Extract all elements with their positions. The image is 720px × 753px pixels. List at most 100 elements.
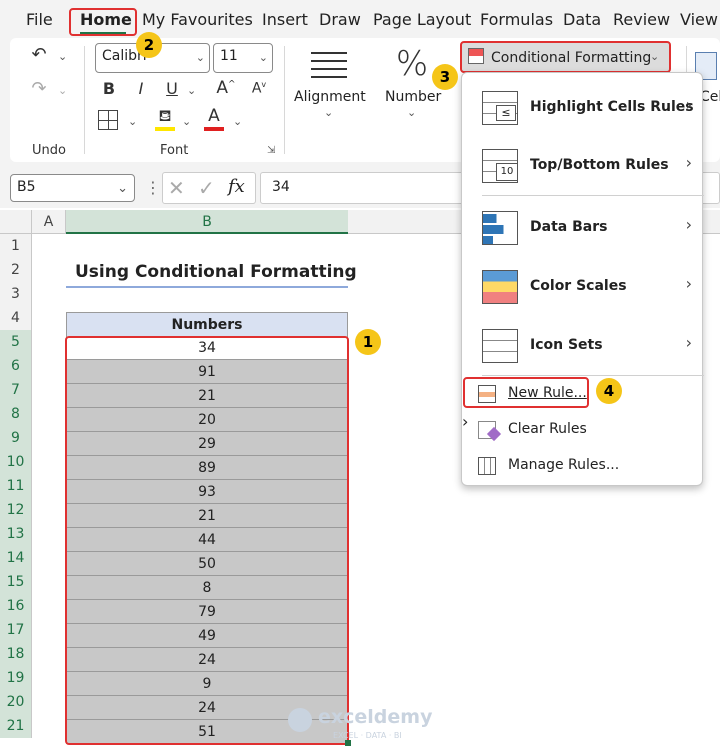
row-header-14[interactable]: 14 [0,546,32,570]
menu-item-label: Highlight Cells Rules [530,99,694,115]
borders-icon[interactable] [98,110,118,130]
numbers-header-cell[interactable]: Numbers [66,312,348,337]
menu-item-label: Manage Rules... [508,457,620,473]
cancel-icon[interactable]: ✕ [168,176,185,200]
step-badge-3: 3 [432,64,458,90]
font-color-icon[interactable]: A [203,106,225,126]
row-header-2[interactable]: 2 [0,258,32,282]
borders-dropdown-chevron[interactable]: ⌄ [128,115,137,128]
ribbon-divider [84,46,85,154]
underline-dropdown-chevron[interactable]: ⌄ [187,84,196,97]
sheet-title[interactable]: Using Conditional Formatting [75,262,357,282]
insert-function-icon[interactable]: fx [228,176,245,197]
menu-item-data-bars[interactable]: Data Bars › [462,199,704,255]
row-header-15[interactable]: 15 [0,570,32,594]
menu-item-label: Icon Sets [530,337,603,353]
menu-item-label: Top/Bottom Rules [530,157,669,173]
alignment-label[interactable]: Alignment [294,89,366,105]
row-header-1[interactable]: 1 [0,234,32,258]
font-color-dropdown-chevron[interactable]: ⌄ [233,115,242,128]
fill-color-icon[interactable]: ⛾ [154,106,176,127]
row-header-8[interactable]: 8 [0,402,32,426]
row-header-13[interactable]: 13 [0,522,32,546]
top-ten-icon: 10 [496,163,518,181]
tab-view[interactable]: View [680,10,718,29]
menu-item-icon-sets[interactable]: Icon Sets › [462,317,704,373]
font-dialog-launcher-icon[interactable]: ⇲ [267,145,275,156]
chevron-right-icon: › [685,153,692,172]
row-header-20[interactable]: 20 [0,690,32,714]
row-header-6[interactable]: 6 [0,354,32,378]
step-badge-1: 1 [355,329,381,355]
undo-dropdown-chevron[interactable]: ⌄ [58,50,67,63]
row-header-10[interactable]: 10 [0,450,32,474]
row-header-18[interactable]: 18 [0,642,32,666]
chevron-down-icon: ⌄ [117,181,128,196]
chevron-right-icon: › [462,412,469,431]
home-tab-highlight [69,8,137,36]
undo-icon[interactable]: ↶ [28,44,50,65]
number-dropdown-chevron[interactable]: ⌄ [407,106,416,119]
step-badge-2: 2 [136,32,162,58]
menu-item-top-bottom-rules[interactable]: 10 Top/Bottom Rules › [462,137,704,193]
menu-item-clear-rules[interactable]: Clear Rules › [462,412,704,448]
row-header-5[interactable]: 5 [0,330,32,354]
fill-color-swatch [155,127,175,131]
bold-icon[interactable]: B [100,79,118,98]
name-box[interactable]: B5 ⌄ [10,174,135,202]
row-header-4[interactable]: 4 [0,306,32,330]
menu-item-highlight-cells-rules[interactable]: ≤ Highlight Cells Rules › [462,79,704,135]
underline-icon[interactable]: U [163,79,181,98]
ribbon-divider [284,46,285,154]
number-label[interactable]: Number [385,89,441,105]
watermark: exceldemy [318,706,433,728]
row-header-21[interactable]: 21 [0,714,32,738]
percent-icon[interactable]: % [394,44,430,84]
chevron-down-icon: ⌄ [258,51,268,64]
column-header-b[interactable]: B [66,210,348,234]
tab-my-favourites[interactable]: My Favourites [142,10,253,29]
chevron-right-icon: › [685,95,692,114]
title-underline [66,286,348,288]
menu-item-color-scales[interactable]: Color Scales › [462,258,704,314]
fill-handle[interactable] [345,740,351,746]
column-header-a[interactable]: A [32,210,66,234]
menu-item-label: Color Scales [530,278,627,294]
alignment-icon[interactable] [311,52,347,78]
alignment-dropdown-chevron[interactable]: ⌄ [324,106,333,119]
menu-item-manage-rules[interactable]: Manage Rules... [462,448,704,484]
tab-insert[interactable]: Insert [262,10,308,29]
menu-item-label: Clear Rules [508,421,587,437]
enter-icon[interactable]: ✓ [198,176,215,200]
row-header-7[interactable]: 7 [0,378,32,402]
tab-data[interactable]: Data [563,10,601,29]
more-options-icon[interactable]: ⋮ [145,178,161,197]
row-header-3[interactable]: 3 [0,282,32,306]
fill-color-dropdown-chevron[interactable]: ⌄ [182,115,191,128]
tab-file[interactable]: File [26,10,53,29]
increase-font-icon[interactable]: A^ [215,78,237,98]
italic-icon[interactable]: I [132,79,150,98]
row-header-12[interactable]: 12 [0,498,32,522]
tab-review[interactable]: Review [613,10,670,29]
data-bars-icon [482,211,518,245]
name-box-value: B5 [17,179,36,195]
color-scales-icon [482,270,518,304]
row-header-16[interactable]: 16 [0,594,32,618]
row-header-19[interactable]: 19 [0,666,32,690]
selection-highlight [65,336,349,745]
decrease-font-icon[interactable]: Av [248,80,270,97]
tab-draw[interactable]: Draw [319,10,361,29]
tab-page-layout[interactable]: Page Layout [373,10,471,29]
chevron-down-icon: ⌄ [195,51,205,64]
redo-dropdown-chevron[interactable]: ⌄ [58,84,67,97]
redo-icon[interactable]: ↷ [28,78,50,99]
step-badge-4: 4 [596,378,622,404]
select-all-corner[interactable] [0,210,32,234]
conditional-formatting-menu: ≤ Highlight Cells Rules › 10 Top/Bottom … [461,72,704,486]
tab-formulas[interactable]: Formulas [480,10,553,29]
row-header-11[interactable]: 11 [0,474,32,498]
row-header-9[interactable]: 9 [0,426,32,450]
font-size-dropdown[interactable]: 11 ⌄ [213,43,273,73]
row-header-17[interactable]: 17 [0,618,32,642]
